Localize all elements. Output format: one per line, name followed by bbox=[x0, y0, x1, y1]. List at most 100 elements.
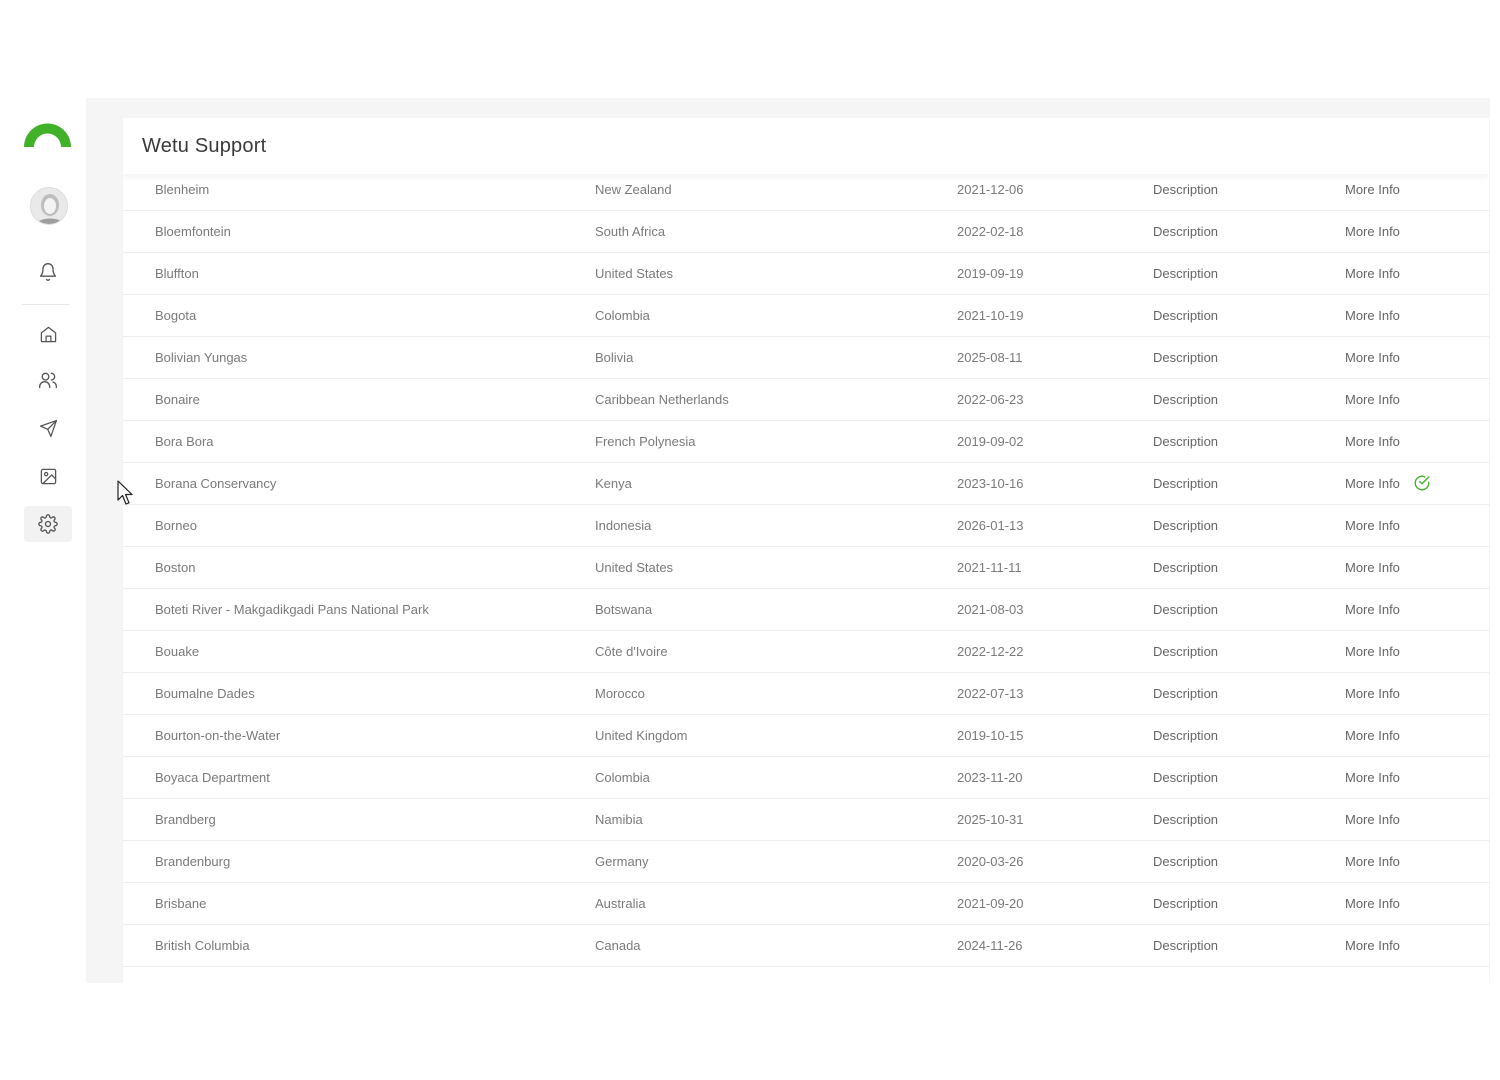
destination-name: Boumalne Dades bbox=[155, 686, 255, 701]
destination-country: Bolivia bbox=[595, 350, 634, 365]
more-info-link[interactable]: More Info bbox=[1345, 644, 1400, 659]
wetu-logo[interactable] bbox=[22, 120, 73, 148]
destination-name: Bonaire bbox=[155, 392, 200, 407]
destination-date: 2019-09-19 bbox=[957, 266, 1024, 281]
description-link[interactable]: Description bbox=[1153, 476, 1218, 491]
more-info-link[interactable]: More Info bbox=[1345, 350, 1400, 365]
destination-date: 2022-12-22 bbox=[957, 644, 1024, 659]
destination-name: Bolivian Yungas bbox=[155, 350, 248, 365]
destination-date: 2026-01-13 bbox=[957, 518, 1024, 533]
description-link[interactable]: Description bbox=[1153, 854, 1218, 869]
bell-icon[interactable] bbox=[24, 254, 72, 290]
destination-country: Morocco bbox=[595, 686, 645, 701]
table-row[interactable]: Bloemfontein South Africa 2022-02-18 Descri… bbox=[123, 211, 1489, 253]
more-info-link[interactable]: More Info bbox=[1345, 560, 1400, 575]
more-info-link[interactable]: More Info bbox=[1345, 224, 1400, 239]
avatar[interactable] bbox=[30, 187, 68, 225]
description-link[interactable]: Description bbox=[1153, 266, 1218, 281]
home-icon[interactable] bbox=[24, 316, 72, 352]
destinations-table: Blenheim New Zealand 2021-12-06 Description… bbox=[123, 169, 1489, 983]
table-row[interactable]: Bonaire Caribbean Netherlands 2022-06-23 De… bbox=[123, 379, 1489, 421]
table-row[interactable]: British Columbia Canada 2024-11-26 Descript… bbox=[123, 925, 1489, 967]
table-row[interactable]: Brandenburg Germany 2020-03-26 Description M… bbox=[123, 841, 1489, 883]
sidebar-divider bbox=[22, 304, 70, 305]
table-row[interactable]: Boyaca Department Colombia 2023-11-20 Descr… bbox=[123, 757, 1489, 799]
table-row[interactable]: Boston United States 2021-11-11 Description… bbox=[123, 547, 1489, 589]
more-info-link[interactable]: More Info bbox=[1345, 602, 1400, 617]
destination-name: Bourton-on-the-Water bbox=[155, 728, 281, 743]
destination-date: 2025-10-31 bbox=[957, 812, 1024, 827]
destination-name: Boston bbox=[155, 560, 196, 575]
description-link[interactable]: Description bbox=[1153, 602, 1218, 617]
description-link[interactable]: Description bbox=[1153, 518, 1218, 533]
table-row-partial bbox=[123, 967, 1489, 983]
table-row[interactable]: Bouake Côte d'Ivoire 2022-12-22 Description… bbox=[123, 631, 1489, 673]
table-row[interactable]: Boumalne Dades Morocco 2022-07-13 Descripti… bbox=[123, 673, 1489, 715]
destination-name: Bluffton bbox=[155, 266, 199, 281]
destination-date: 2021-11-11 bbox=[957, 560, 1022, 575]
description-link[interactable]: Description bbox=[1153, 434, 1218, 449]
more-info-link[interactable]: More Info bbox=[1345, 308, 1400, 323]
destination-country: Germany bbox=[595, 854, 649, 869]
more-info-link[interactable]: More Info bbox=[1345, 728, 1400, 743]
destination-country: United Kingdom bbox=[595, 728, 688, 743]
description-link[interactable]: Description bbox=[1153, 392, 1218, 407]
description-link[interactable]: Description bbox=[1153, 182, 1218, 197]
destination-country: Colombia bbox=[595, 308, 650, 323]
more-info-link[interactable]: More Info bbox=[1345, 434, 1400, 449]
table-row[interactable]: Borana Conservancy Kenya 2023-10-16 Descrip… bbox=[123, 463, 1489, 505]
table-row[interactable]: Bourton-on-the-Water United Kingdom 2019-1… bbox=[123, 715, 1489, 757]
more-info-link[interactable]: More Info bbox=[1345, 392, 1400, 407]
panel-header: Wetu Support bbox=[123, 118, 1489, 174]
destination-name: Brisbane bbox=[155, 896, 207, 911]
table-row[interactable]: Borneo Indonesia 2026-01-13 Description More… bbox=[123, 505, 1489, 547]
destination-name: Boteti River - Makgadikgadi Pans Nationa… bbox=[155, 602, 429, 617]
table-row[interactable]: Brisbane Australia 2021-09-20 Description Mo… bbox=[123, 883, 1489, 925]
more-info-link[interactable]: More Info bbox=[1345, 854, 1400, 869]
description-link[interactable]: Description bbox=[1153, 644, 1218, 659]
description-link[interactable]: Description bbox=[1153, 224, 1218, 239]
table-row[interactable]: Bolivian Yungas Bolivia 2025-08-11 Descript… bbox=[123, 337, 1489, 379]
table-row[interactable]: Blenheim New Zealand 2021-12-06 Description… bbox=[123, 169, 1489, 211]
destination-date: 2023-10-16 bbox=[957, 476, 1024, 491]
table-row[interactable]: Boteti River - Makgadikgadi Pans Nationa… bbox=[123, 589, 1489, 631]
destination-name: Borana Conservancy bbox=[155, 476, 277, 491]
destination-name: Brandenburg bbox=[155, 854, 231, 869]
destination-country: United States bbox=[595, 266, 674, 281]
more-info-link[interactable]: More Info bbox=[1345, 476, 1400, 491]
description-link[interactable]: Description bbox=[1153, 728, 1218, 743]
description-link[interactable]: Description bbox=[1153, 350, 1218, 365]
table-row[interactable]: Bora Bora French Polynesia 2019-09-02 Descr… bbox=[123, 421, 1489, 463]
more-info-link[interactable]: More Info bbox=[1345, 266, 1400, 281]
description-link[interactable]: Description bbox=[1153, 770, 1218, 785]
table-row[interactable]: Brandberg Namibia 2025-10-31 Description Mor… bbox=[123, 799, 1489, 841]
destination-date: 2021-09-20 bbox=[957, 896, 1024, 911]
table-row[interactable]: Bluffton United States 2019-09-19 Descripti… bbox=[123, 253, 1489, 295]
more-info-link[interactable]: More Info bbox=[1345, 896, 1400, 911]
destination-country: Australia bbox=[595, 896, 646, 911]
more-info-link[interactable]: More Info bbox=[1345, 182, 1400, 197]
destination-date: 2021-12-06 bbox=[957, 182, 1024, 197]
users-icon[interactable] bbox=[24, 362, 72, 398]
description-link[interactable]: Description bbox=[1153, 308, 1218, 323]
description-link[interactable]: Description bbox=[1153, 686, 1218, 701]
destination-country: United States bbox=[595, 560, 674, 575]
image-icon[interactable] bbox=[24, 458, 72, 494]
table-row[interactable]: Bogota Colombia 2021-10-19 Description More … bbox=[123, 295, 1489, 337]
send-icon[interactable] bbox=[24, 410, 72, 446]
more-info-link[interactable]: More Info bbox=[1345, 686, 1400, 701]
description-link[interactable]: Description bbox=[1153, 938, 1218, 953]
description-link[interactable]: Description bbox=[1153, 896, 1218, 911]
more-info-link[interactable]: More Info bbox=[1345, 518, 1400, 533]
check-circle-icon bbox=[1414, 475, 1430, 491]
destination-name: Bogota bbox=[155, 308, 197, 323]
destination-date: 2021-08-03 bbox=[957, 602, 1024, 617]
more-info-link[interactable]: More Info bbox=[1345, 812, 1400, 827]
gear-icon[interactable] bbox=[24, 506, 72, 542]
destination-name: Blenheim bbox=[155, 182, 210, 197]
destination-date: 2024-11-26 bbox=[957, 938, 1023, 953]
description-link[interactable]: Description bbox=[1153, 812, 1218, 827]
description-link[interactable]: Description bbox=[1153, 560, 1218, 575]
more-info-link[interactable]: More Info bbox=[1345, 938, 1400, 953]
more-info-link[interactable]: More Info bbox=[1345, 770, 1400, 785]
